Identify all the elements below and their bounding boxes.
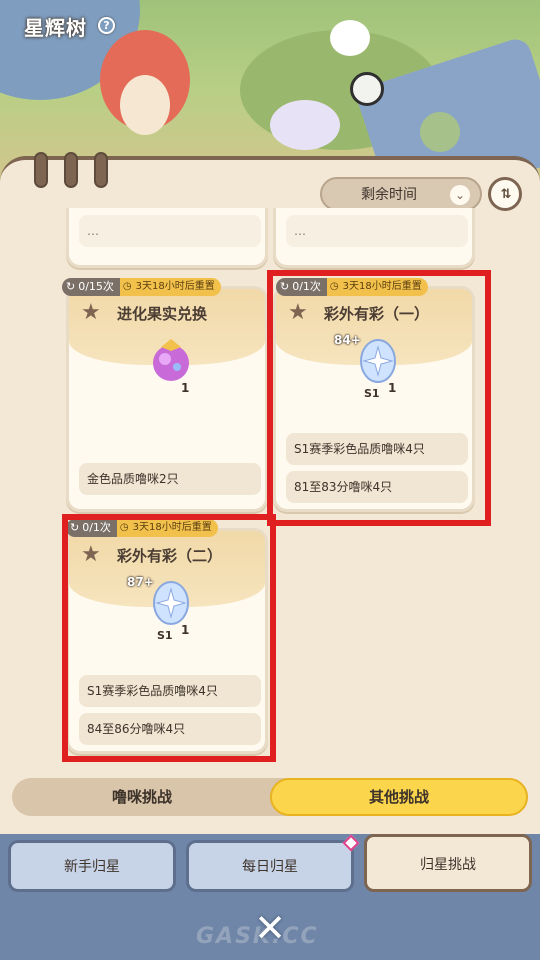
attempts-text: 0/1次: [82, 521, 111, 534]
star-icon: ★: [81, 542, 101, 567]
refresh-icon: ↻: [66, 280, 76, 293]
challenge-card[interactable]: ★ 彩外有彩（二） 87+ S1 1 S1赛季彩色品质噜咪4只 84至86分噜咪…: [66, 528, 268, 754]
bottom-tab-bar: 新手归星 每日归星 归星挑战 GASK.CC ✕: [0, 834, 540, 960]
tab-return-challenge[interactable]: 归星挑战: [364, 834, 532, 892]
card-tags: ↻ 0/1次 ◷ 3天18小时后重置: [66, 519, 218, 537]
reset-time-badge: ◷ 3天18小时后重置: [119, 278, 221, 296]
attempts-badge: ↻ 0/1次: [66, 519, 117, 537]
condition-row: 84至86分噜咪4只: [79, 713, 261, 745]
reset-time-badge: ◷ 3天18小时后重置: [326, 278, 428, 296]
sort-dropdown[interactable]: 剩余时间 ⌄: [320, 177, 482, 211]
segment-lumi-challenge[interactable]: 噜咪挑战: [12, 778, 272, 816]
attempts-badge: ↻ 0/1次: [276, 278, 327, 296]
challenge-card[interactable]: ★ 进化果实兑换 1 金色品质噜咪2只: [66, 286, 268, 512]
tab-newbie-return[interactable]: 新手归星: [8, 840, 176, 892]
help-icon[interactable]: ?: [98, 17, 115, 34]
segment-other-challenge[interactable]: 其他挑战: [270, 778, 528, 816]
clock-icon: ◷: [329, 281, 339, 292]
sort-order-button[interactable]: ⇅: [488, 177, 522, 211]
challenge-type-segment: 噜咪挑战 其他挑战: [12, 778, 528, 816]
card-title: 彩外有彩（一）: [324, 305, 430, 323]
swap-order-icon: ⇅: [500, 186, 512, 202]
sort-label: 剩余时间: [361, 187, 417, 203]
challenge-card[interactable]: ★ 彩外有彩（一） 84+ S1 1 S1赛季彩色品质噜咪4只 81至83分噜咪…: [273, 286, 475, 512]
season-badge: S1: [364, 387, 380, 400]
attempts-text: 0/1次: [292, 280, 321, 293]
card-title: 进化果实兑换: [117, 305, 208, 323]
binder-ring-icon: [94, 152, 108, 188]
star-icon: ★: [288, 300, 308, 325]
evolution-fruit-icon[interactable]: [149, 333, 193, 385]
close-icon: ✕: [254, 906, 286, 950]
condition-row: S1赛季彩色品质噜咪4只: [286, 433, 468, 465]
reward-quantity: 1: [388, 381, 397, 395]
challenge-card-partial[interactable]: …: [273, 208, 475, 268]
rainbow-egg-icon[interactable]: [149, 575, 193, 627]
challenge-card-list[interactable]: … … ↻ 0/15次 ◷ 3天18小时后重置 ★ 进化果实兑换 1 金色品质噜咪2…: [0, 208, 540, 768]
app-title: 星辉树: [24, 16, 87, 40]
score-badge: 87+: [127, 575, 154, 589]
reset-time-text: 3天18小时后重置: [135, 281, 215, 292]
clock-icon: ◷: [119, 522, 129, 533]
reset-time-badge: ◷ 3天18小时后重置: [116, 519, 218, 537]
score-badge: 84+: [334, 333, 361, 347]
condition-row-partial: …: [79, 215, 261, 247]
condition-row: 81至83分噜咪4只: [286, 471, 468, 503]
tab-daily-return[interactable]: 每日归星: [186, 834, 360, 892]
condition-row-partial: …: [286, 215, 468, 247]
ghost-character: [330, 20, 370, 56]
mouse-character: [420, 112, 460, 152]
chevron-down-icon: ⌄: [450, 185, 470, 205]
close-button[interactable]: ✕: [250, 908, 290, 948]
bunny-character: [270, 100, 340, 150]
season-badge: S1: [157, 629, 173, 642]
tab-daily-label: 每日归星: [242, 859, 298, 875]
fox-belly: [120, 75, 170, 135]
card-tags: ↻ 0/1次 ◷ 3天18小时后重置: [276, 278, 428, 296]
card-tags: ↻ 0/15次 ◷ 3天18小时后重置: [62, 278, 221, 296]
attempts-badge: ↻ 0/15次: [62, 278, 120, 296]
reset-time-text: 3天18小时后重置: [132, 522, 212, 533]
segment-other-label: 其他挑战: [368, 788, 429, 806]
attempts-text: 0/15次: [78, 280, 114, 293]
binder-ring-icon: [34, 152, 48, 188]
clock-icon: ◷: [122, 281, 132, 292]
reward-quantity: 1: [181, 623, 190, 637]
condition-row: S1赛季彩色品质噜咪4只: [79, 675, 261, 707]
challenge-card-partial[interactable]: …: [66, 208, 268, 268]
condition-row: 金色品质噜咪2只: [79, 463, 261, 495]
star-icon: ★: [81, 300, 101, 325]
refresh-icon: ↻: [280, 280, 290, 293]
reward-quantity: 1: [181, 381, 190, 395]
binder-ring-icon: [64, 152, 78, 188]
reset-time-text: 3天18小时后重置: [342, 281, 422, 292]
refresh-icon: ↻: [70, 521, 80, 534]
sparkle-notice-icon: [342, 834, 360, 852]
card-title: 彩外有彩（二）: [117, 547, 223, 565]
rainbow-egg-icon[interactable]: [356, 333, 400, 385]
panda-character: [350, 72, 384, 106]
